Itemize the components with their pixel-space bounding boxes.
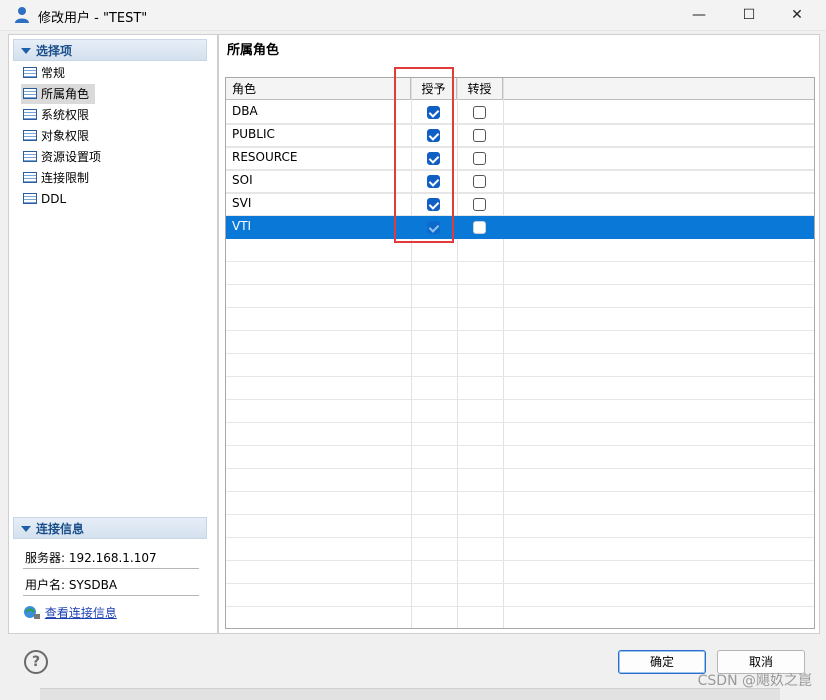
- grid-line: [226, 606, 814, 607]
- nav-item-label: DDL: [41, 192, 67, 206]
- left-panel: 选择项 常规 所属角色 系统权限 对象权限 资源设置项 连接限制 DDL 连接信…: [8, 34, 218, 634]
- connection-section-header[interactable]: 连接信息: [13, 517, 207, 539]
- grid-line: [226, 284, 814, 285]
- ok-button[interactable]: 确定: [618, 650, 706, 674]
- view-connection-link[interactable]: 查看连接信息: [45, 606, 117, 620]
- server-info: 服务器: 192.168.1.107: [25, 551, 157, 565]
- list-icon: [23, 172, 37, 183]
- nav-item-label: 对象权限: [41, 129, 90, 143]
- list-icon: [23, 109, 37, 120]
- user-icon: [15, 7, 29, 23]
- username-info: 用户名: SYSDBA: [25, 578, 118, 592]
- minimize-button[interactable]: —: [676, 0, 722, 30]
- grid-line: [226, 491, 814, 492]
- options-section-header[interactable]: 选择项: [13, 39, 207, 61]
- nav-item-label: 常规: [41, 66, 66, 80]
- grant-checkbox[interactable]: [427, 175, 440, 188]
- view-connection-info[interactable]: 查看连接信息: [23, 604, 117, 621]
- nav-item-roles[interactable]: 所属角色: [21, 84, 96, 104]
- column-header-empty: [503, 78, 814, 100]
- column-header-regrant[interactable]: 转授: [457, 78, 503, 100]
- nav-item-resource-settings[interactable]: 资源设置项: [21, 147, 107, 167]
- nav-item-label: 连接限制: [41, 171, 90, 185]
- help-icon[interactable]: ?: [24, 650, 48, 674]
- role-name: DBA: [232, 104, 258, 118]
- role-name: VTI: [232, 219, 252, 233]
- connection-info-icon: [24, 606, 40, 619]
- regrant-checkbox[interactable]: [473, 129, 486, 142]
- window-title: 修改用户 - "TEST": [38, 11, 148, 26]
- collapse-triangle-icon: [21, 48, 31, 54]
- options-section-label: 选择项: [36, 44, 73, 58]
- grant-checkbox[interactable]: [427, 221, 440, 234]
- panel-title: 所属角色: [227, 43, 280, 58]
- watermark: CSDN @飓奺之崑: [697, 673, 812, 689]
- grid-line: [226, 514, 814, 515]
- table-row[interactable]: SVI: [226, 193, 814, 217]
- background-window-strip: [40, 688, 780, 700]
- roles-table: 角色 授予 转授 DBA PUBLIC RESOURCE SOI SVI VTI: [225, 77, 815, 629]
- column-header-role[interactable]: 角色: [226, 78, 411, 100]
- list-icon: [23, 193, 37, 204]
- grid-line: [226, 399, 814, 400]
- grid-line: [226, 261, 814, 262]
- grid-line: [226, 537, 814, 538]
- collapse-triangle-icon: [21, 526, 31, 532]
- grid-line: [226, 330, 814, 331]
- nav-item-label: 系统权限: [41, 108, 90, 122]
- column-header-grant[interactable]: 授予: [411, 78, 457, 100]
- role-name: SOI: [232, 173, 253, 187]
- nav-item-ddl[interactable]: DDL: [21, 189, 72, 209]
- connection-section-label: 连接信息: [36, 522, 85, 536]
- grid-line: [226, 353, 814, 354]
- divider: [23, 568, 199, 569]
- table-row[interactable]: PUBLIC: [226, 124, 814, 148]
- table-row[interactable]: RESOURCE: [226, 147, 814, 171]
- role-name: RESOURCE: [232, 150, 298, 164]
- grid-line: [226, 468, 814, 469]
- table-row[interactable]: DBA: [226, 101, 814, 125]
- grant-checkbox[interactable]: [427, 106, 440, 119]
- nav-item-system-privileges[interactable]: 系统权限: [21, 105, 95, 125]
- maximize-button[interactable]: ☐: [726, 0, 772, 30]
- list-icon: [23, 67, 37, 78]
- regrant-checkbox[interactable]: [473, 152, 486, 165]
- table-row[interactable]: SOI: [226, 170, 814, 194]
- role-name: PUBLIC: [232, 127, 275, 141]
- nav-item-general[interactable]: 常规: [21, 63, 71, 83]
- nav-item-object-privileges[interactable]: 对象权限: [21, 126, 95, 146]
- close-button[interactable]: ✕: [774, 0, 820, 30]
- nav-item-connection-limits[interactable]: 连接限制: [21, 168, 95, 188]
- grid-line: [226, 583, 814, 584]
- nav-item-label: 资源设置项: [41, 150, 102, 164]
- role-name: SVI: [232, 196, 252, 210]
- regrant-checkbox[interactable]: [473, 175, 486, 188]
- regrant-checkbox[interactable]: [473, 221, 486, 234]
- grant-checkbox[interactable]: [427, 129, 440, 142]
- list-icon: [23, 88, 37, 99]
- regrant-checkbox[interactable]: [473, 198, 486, 211]
- divider: [23, 595, 199, 596]
- grid-line: [226, 560, 814, 561]
- roles-panel: 所属角色 角色 授予 转授 DBA PUBLIC RESOURCE SOI SV…: [218, 34, 820, 634]
- grid-line: [226, 376, 814, 377]
- grid-line: [226, 422, 814, 423]
- regrant-checkbox[interactable]: [473, 106, 486, 119]
- title-bar: 修改用户 - "TEST" — ☐ ✕: [0, 0, 826, 31]
- grant-checkbox[interactable]: [427, 198, 440, 211]
- table-row-selected[interactable]: VTI: [226, 216, 814, 239]
- list-icon: [23, 151, 37, 162]
- list-icon: [23, 130, 37, 141]
- nav-item-label: 所属角色: [41, 87, 90, 101]
- grant-checkbox[interactable]: [427, 152, 440, 165]
- grid-line: [226, 307, 814, 308]
- grid-line: [226, 445, 814, 446]
